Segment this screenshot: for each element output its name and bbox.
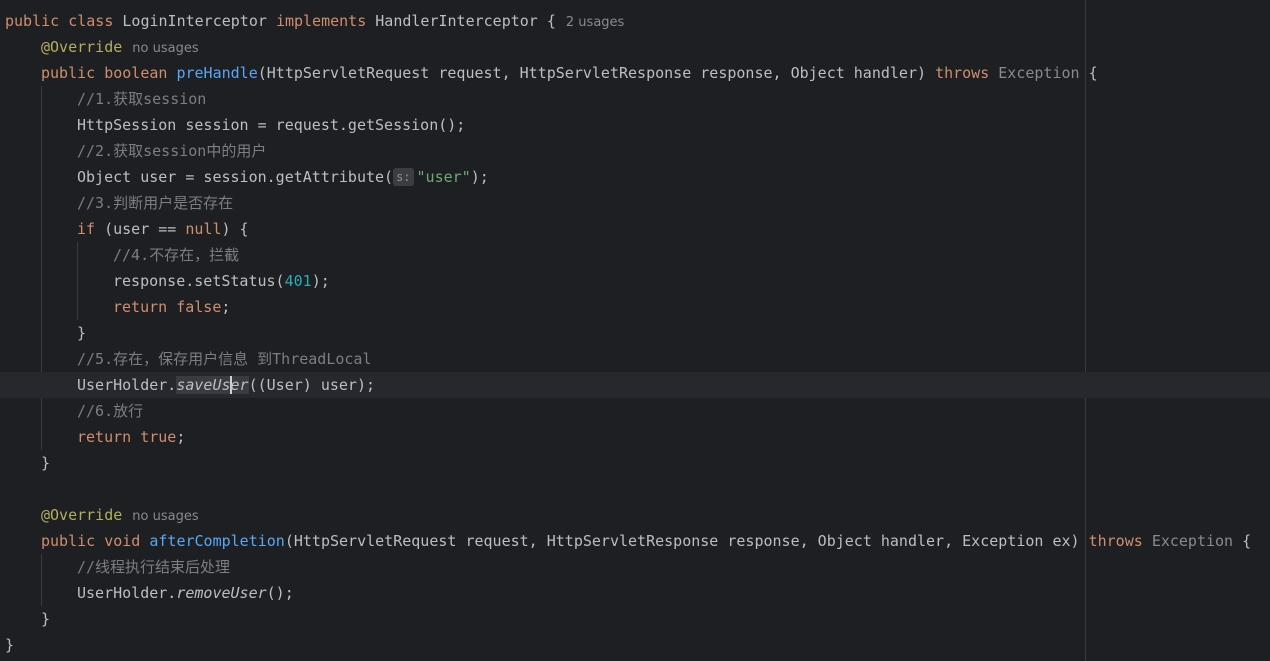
- keyword-return: return: [77, 428, 132, 446]
- parameter-name-hint: s:: [393, 168, 414, 186]
- keyword-if: if: [77, 220, 96, 238]
- keyword-class: class: [68, 12, 114, 30]
- class-reference: UserHolder.: [77, 584, 177, 602]
- code-line[interactable]: //6.放行: [0, 398, 1270, 424]
- code-statement: response.setStatus(: [113, 272, 285, 290]
- code-comment: //3.判断用户是否存在: [77, 194, 234, 212]
- code-line[interactable]: public void afterCompletion(HttpServletR…: [0, 528, 1270, 554]
- code-comment: //2.获取session中的用户: [77, 142, 267, 160]
- code-statement: Object user = session.getAttribute(: [77, 168, 394, 186]
- method-args: ();: [266, 584, 294, 602]
- override-annotation: @Override: [41, 38, 123, 56]
- class-reference: UserHolder.: [77, 376, 177, 394]
- pre-handle-usages-hint[interactable]: no usages: [132, 41, 198, 56]
- semicolon: ;: [176, 428, 186, 446]
- method-name-aftercompletion: afterCompletion: [149, 532, 285, 550]
- code-comment: //1.获取session: [77, 90, 207, 108]
- string-literal: "user": [416, 168, 471, 186]
- code-line[interactable]: return false;: [0, 294, 1270, 320]
- keyword-true: true: [140, 428, 177, 446]
- statement-end: );: [311, 272, 330, 290]
- method-name-part: saveUs: [176, 376, 231, 394]
- code-line[interactable]: Object user = session.getAttribute(s: "us…: [0, 164, 1270, 190]
- code-line[interactable]: }: [0, 606, 1270, 632]
- code-line[interactable]: //线程执行结束后处理: [0, 554, 1270, 580]
- code-statement: HttpSession session = request.getSession…: [77, 116, 466, 134]
- keyword-implements: implements: [275, 12, 367, 30]
- statement-end: );: [470, 168, 489, 186]
- open-brace: {: [1079, 64, 1098, 82]
- method-args: ((User) user);: [248, 376, 376, 394]
- method-call-saveuser[interactable]: saveUser: [176, 376, 249, 394]
- code-line[interactable]: if (user == null) {: [0, 216, 1270, 242]
- override-annotation: @Override: [41, 506, 123, 524]
- code-line[interactable]: }: [0, 450, 1270, 476]
- method-name-part: er: [230, 376, 249, 394]
- keyword-public: public: [41, 532, 96, 550]
- empty-code-line[interactable]: [0, 476, 1270, 502]
- code-line[interactable]: UserHolder.removeUser();: [0, 580, 1270, 606]
- close-brace: }: [77, 324, 87, 342]
- code-line[interactable]: return true;: [0, 424, 1270, 450]
- code-comment: //6.放行: [77, 402, 144, 420]
- condition-text: (user ==: [95, 220, 186, 238]
- code-line[interactable]: }: [0, 320, 1270, 346]
- code-line[interactable]: //5.存在，保存用户信息 到ThreadLocal: [0, 346, 1270, 372]
- code-comment: //4.不存在，拦截: [113, 246, 240, 264]
- class-usages-hint[interactable]: 2 usages: [566, 15, 624, 30]
- close-brace: }: [41, 610, 51, 628]
- code-line[interactable]: @Override no usages: [0, 34, 1270, 60]
- keyword-false: false: [176, 298, 222, 316]
- condition-close: ) {: [221, 220, 249, 238]
- number-literal: 401: [284, 272, 312, 290]
- method-name-prehandle: preHandle: [176, 64, 258, 82]
- code-line[interactable]: //3.判断用户是否存在: [0, 190, 1270, 216]
- code-line[interactable]: //2.获取session中的用户: [0, 138, 1270, 164]
- open-brace: {: [537, 12, 556, 30]
- open-brace: {: [1233, 532, 1252, 550]
- keyword-public: public: [5, 12, 60, 30]
- code-comment: //5.存在，保存用户信息 到ThreadLocal: [77, 350, 372, 368]
- method-params: (HttpServletRequest request, HttpServlet…: [257, 64, 936, 82]
- code-line[interactable]: public boolean preHandle(HttpServletRequ…: [0, 60, 1270, 86]
- keyword-public: public: [41, 64, 96, 82]
- exception-type: Exception: [998, 64, 1080, 82]
- semicolon: ;: [221, 298, 231, 316]
- keyword-throws: throws: [1088, 532, 1143, 550]
- keyword-void: void: [104, 532, 141, 550]
- close-brace: }: [41, 454, 51, 472]
- method-call-removeuser[interactable]: removeUser: [176, 584, 266, 602]
- keyword-return: return: [113, 298, 168, 316]
- code-line[interactable]: }: [0, 632, 1270, 658]
- after-completion-usages-hint[interactable]: no usages: [132, 509, 198, 524]
- code-line[interactable]: HttpSession session = request.getSession…: [0, 112, 1270, 138]
- close-brace: }: [5, 636, 15, 654]
- current-code-line[interactable]: UserHolder.saveUser((User) user);: [0, 372, 1270, 398]
- code-line[interactable]: public class LoginInterceptor implements…: [0, 8, 1270, 34]
- class-name: LoginInterceptor: [122, 12, 267, 30]
- keyword-throws: throws: [935, 64, 990, 82]
- code-line[interactable]: //4.不存在，拦截: [0, 242, 1270, 268]
- code-line[interactable]: response.setStatus(401);: [0, 268, 1270, 294]
- code-comment: //线程执行结束后处理: [77, 558, 231, 576]
- keyword-boolean: boolean: [104, 64, 168, 82]
- method-params: (HttpServletRequest request, HttpServlet…: [284, 532, 1089, 550]
- code-editor[interactable]: public class LoginInterceptor implements…: [0, 0, 1270, 661]
- code-line[interactable]: @Override no usages: [0, 502, 1270, 528]
- code-line[interactable]: //1.获取session: [0, 86, 1270, 112]
- exception-type: Exception: [1151, 532, 1234, 550]
- keyword-null: null: [185, 220, 222, 238]
- interface-name: HandlerInterceptor: [375, 12, 538, 30]
